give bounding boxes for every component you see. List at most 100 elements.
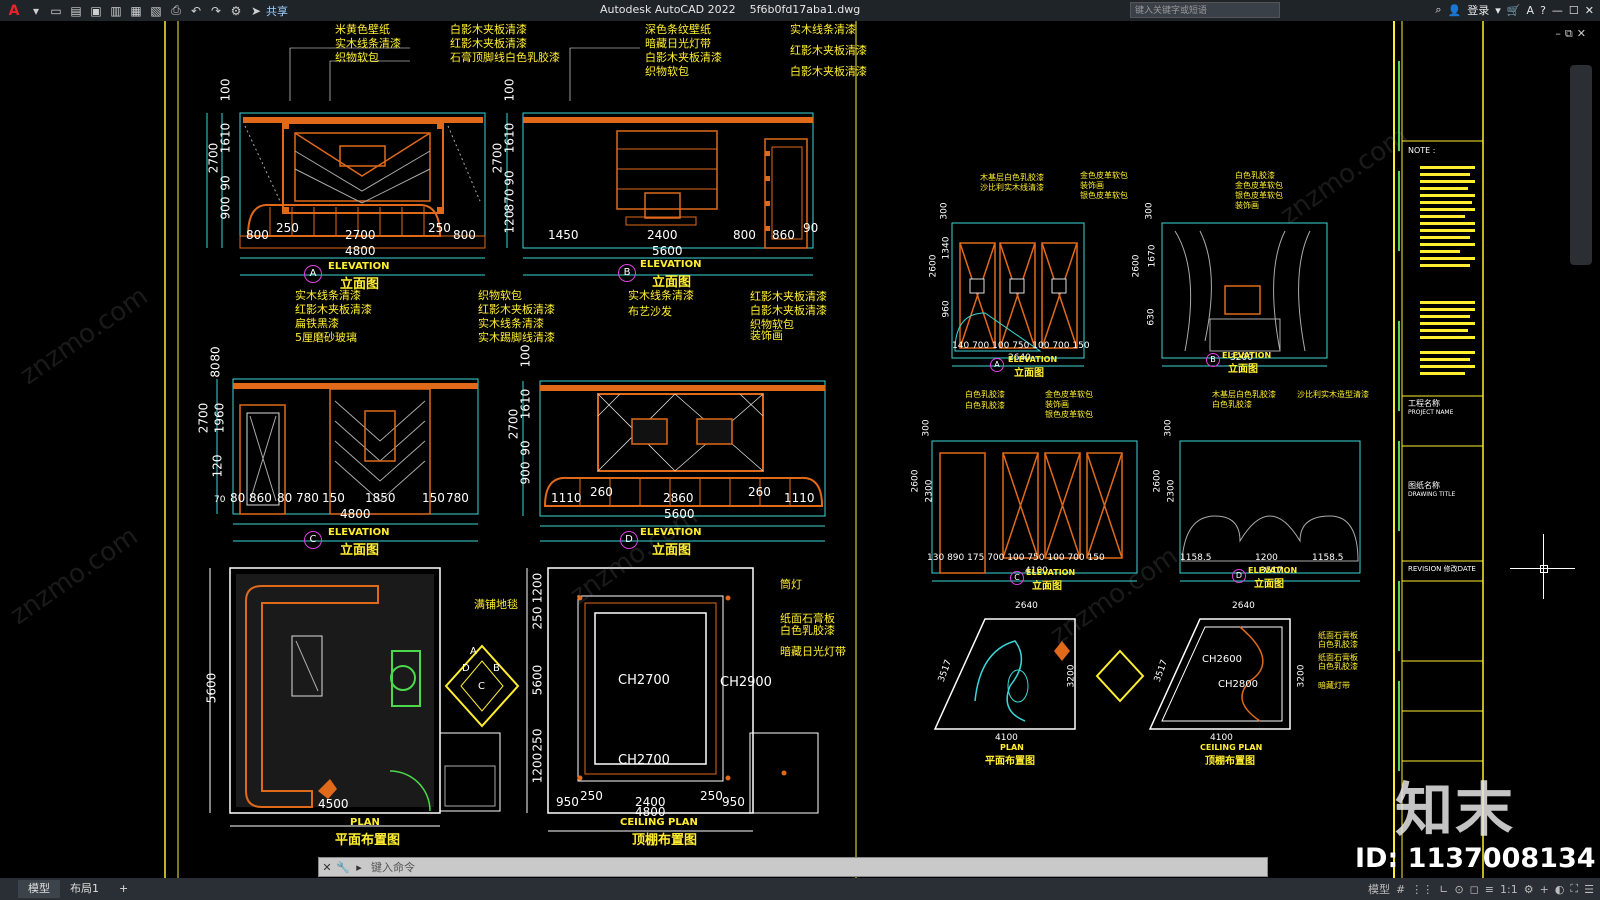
elevation-title: 立面图 bbox=[340, 543, 380, 558]
elevation-label: ELEVATION bbox=[1026, 568, 1076, 577]
annotation: 织物软包 bbox=[645, 65, 689, 78]
search-icon[interactable]: ⌕ bbox=[1435, 3, 1441, 17]
annotation: 白色乳胶漆 bbox=[1318, 640, 1358, 649]
save-as-icon[interactable]: ▥ bbox=[108, 4, 124, 18]
annotation: 实木线条清漆 bbox=[478, 317, 544, 330]
dimension: 1450 bbox=[548, 228, 579, 242]
customize-icon[interactable]: ☰ bbox=[1584, 883, 1594, 896]
autocad-logo-icon[interactable]: A bbox=[4, 3, 24, 19]
osnap-icon[interactable]: ◻ bbox=[1470, 883, 1479, 896]
annotation: 红影木夹板清漆 bbox=[295, 303, 372, 316]
dimension: 130 890 175 700 100 750 100 700 150 bbox=[927, 553, 1105, 563]
isolate-icon[interactable]: ◐ bbox=[1555, 883, 1565, 896]
save-icon[interactable]: ▣ bbox=[88, 4, 104, 18]
viewport-restore-icon[interactable]: ⧉ bbox=[1565, 27, 1577, 40]
dimension: 4100 bbox=[995, 733, 1018, 743]
dimension: 120 bbox=[502, 210, 517, 234]
dimension-total: 4800 bbox=[340, 507, 371, 521]
close-icon[interactable]: ✕ bbox=[1585, 4, 1594, 17]
snap-icon[interactable]: ⋮⋮ bbox=[1411, 883, 1433, 896]
open-folder-icon[interactable]: ▤ bbox=[68, 4, 84, 18]
titleblock-drawing: 图纸名称 bbox=[1408, 481, 1440, 490]
login-label[interactable]: 登录 bbox=[1467, 2, 1489, 18]
command-prompt-icon[interactable]: ▸ bbox=[351, 861, 367, 874]
ceiling-plan-drawing bbox=[526, 567, 819, 832]
elevation-title: 立面图 bbox=[1254, 579, 1284, 590]
plot-icon[interactable]: ⎙ bbox=[168, 3, 184, 18]
annotation: 石膏顶脚线白色乳胶漆 bbox=[450, 51, 560, 64]
save-web-icon[interactable]: ▧ bbox=[148, 4, 164, 18]
drawing-canvas[interactable]: znzmo.com znzmo.com znzmo.com znzmo.com … bbox=[0, 21, 1600, 878]
redo-icon[interactable]: ↷ bbox=[208, 4, 224, 18]
ortho-icon[interactable]: ∟ bbox=[1439, 883, 1448, 896]
new-file-icon[interactable]: ▭ bbox=[48, 4, 64, 18]
tab-model[interactable]: 模型 bbox=[18, 880, 60, 898]
annotation: 5厘磨砂玻璃 bbox=[295, 331, 357, 344]
dimension-total: 4800 bbox=[345, 244, 376, 258]
annotation: 装饰画 bbox=[1045, 400, 1069, 409]
chevron-down-icon[interactable]: ▾ bbox=[1495, 4, 1501, 17]
model-space-button[interactable]: 模型 bbox=[1368, 881, 1390, 897]
grid-icon[interactable]: # bbox=[1396, 883, 1405, 896]
right-ceiling bbox=[1148, 618, 1291, 730]
annotation-scale[interactable]: 1:1 bbox=[1500, 883, 1518, 896]
open-web-icon[interactable]: ▦ bbox=[128, 4, 144, 18]
workspace-icon[interactable]: ⚙ bbox=[228, 4, 244, 18]
share-label[interactable]: 共享 bbox=[266, 3, 288, 19]
ceiling-height: CH2800 bbox=[1218, 679, 1258, 690]
elevation-label: ELEVATION bbox=[640, 259, 702, 270]
dimension: 1850 bbox=[365, 491, 396, 505]
annotation: 扁铁黑漆 bbox=[295, 317, 339, 330]
plan-title: 平面布置图 bbox=[985, 756, 1035, 767]
elevation-label: ELEVATION bbox=[1008, 355, 1058, 364]
ceiling-height: CH2700 bbox=[618, 753, 670, 768]
plan-label: PLAN bbox=[350, 817, 380, 828]
dimension: 800 bbox=[733, 228, 756, 242]
command-line[interactable]: ✕ 🔧 ▸ 键入命令 bbox=[318, 857, 1268, 877]
dimension: 2700 bbox=[196, 402, 211, 434]
dimension: 2640 bbox=[1015, 601, 1038, 611]
viewport-minimize-icon[interactable]: – bbox=[1555, 27, 1565, 40]
minimize-icon[interactable]: — bbox=[1552, 4, 1563, 17]
dimension: 800 bbox=[453, 228, 476, 242]
cart-icon[interactable]: 🛒 bbox=[1507, 4, 1521, 17]
dimension: 70 bbox=[214, 495, 226, 505]
polar-icon[interactable]: ⊙ bbox=[1454, 883, 1463, 896]
lineweight-icon[interactable]: ≡ bbox=[1485, 883, 1494, 896]
maximize-icon[interactable]: ☐ bbox=[1569, 4, 1579, 17]
annotation: 实木线条清漆 bbox=[790, 23, 856, 36]
search-input[interactable]: 键入关键字或短语 bbox=[1130, 2, 1280, 18]
undo-icon[interactable]: ↶ bbox=[188, 4, 204, 18]
command-input[interactable]: 键入命令 bbox=[367, 859, 415, 875]
viewport-window-controls: –⧉✕ bbox=[1555, 27, 1590, 41]
annotation: 白色乳胶漆 bbox=[780, 624, 835, 637]
status-bar-tools: 模型 # ⋮⋮ ∟ ⊙ ◻ ≡ 1:1 ⚙ + ◐ ⛶ ☰ bbox=[1368, 881, 1594, 897]
annotation: 筒灯 bbox=[780, 578, 802, 591]
settings-icon[interactable]: ⚙ bbox=[1524, 883, 1534, 896]
dimension: 260 bbox=[590, 485, 613, 499]
help-icon[interactable]: ? bbox=[1540, 4, 1546, 17]
share-icon[interactable]: ➤ bbox=[248, 4, 264, 18]
annotation: 金色皮革软包 bbox=[1080, 171, 1128, 180]
window-title: Autodesk AutoCAD 2022 5f6b0fd17aba1.dwg bbox=[600, 3, 860, 16]
ceiling-plan-title: 顶棚布置图 bbox=[1205, 756, 1255, 767]
user-icon[interactable]: 👤 bbox=[1448, 4, 1462, 17]
tab-layout1[interactable]: 布局1 bbox=[60, 880, 109, 898]
autodesk-app-icon[interactable]: A bbox=[1527, 4, 1535, 17]
app-title: Autodesk AutoCAD 2022 bbox=[600, 3, 736, 16]
elevation-bubble: A bbox=[990, 358, 1004, 372]
wrench-icon[interactable]: 🔧 bbox=[335, 861, 351, 874]
dimension: 150 bbox=[422, 491, 445, 505]
plus-icon[interactable]: + bbox=[1540, 883, 1549, 896]
dimension: 2600 bbox=[928, 254, 939, 278]
viewport-close-icon[interactable]: ✕ bbox=[1577, 27, 1590, 40]
fullscreen-icon[interactable]: ⛶ bbox=[1570, 882, 1578, 896]
dimension: 1110 bbox=[551, 491, 582, 505]
close-icon[interactable]: ✕ bbox=[319, 861, 335, 874]
annotation: 满铺地毯 bbox=[474, 598, 518, 611]
add-layout-icon[interactable]: + bbox=[109, 880, 138, 898]
elevation-title: 立面图 bbox=[652, 275, 692, 290]
dimension: 1158.5 bbox=[1312, 553, 1344, 563]
navigation-bar[interactable] bbox=[1570, 65, 1592, 265]
dropdown-arrow-icon[interactable]: ▾ bbox=[28, 4, 44, 18]
